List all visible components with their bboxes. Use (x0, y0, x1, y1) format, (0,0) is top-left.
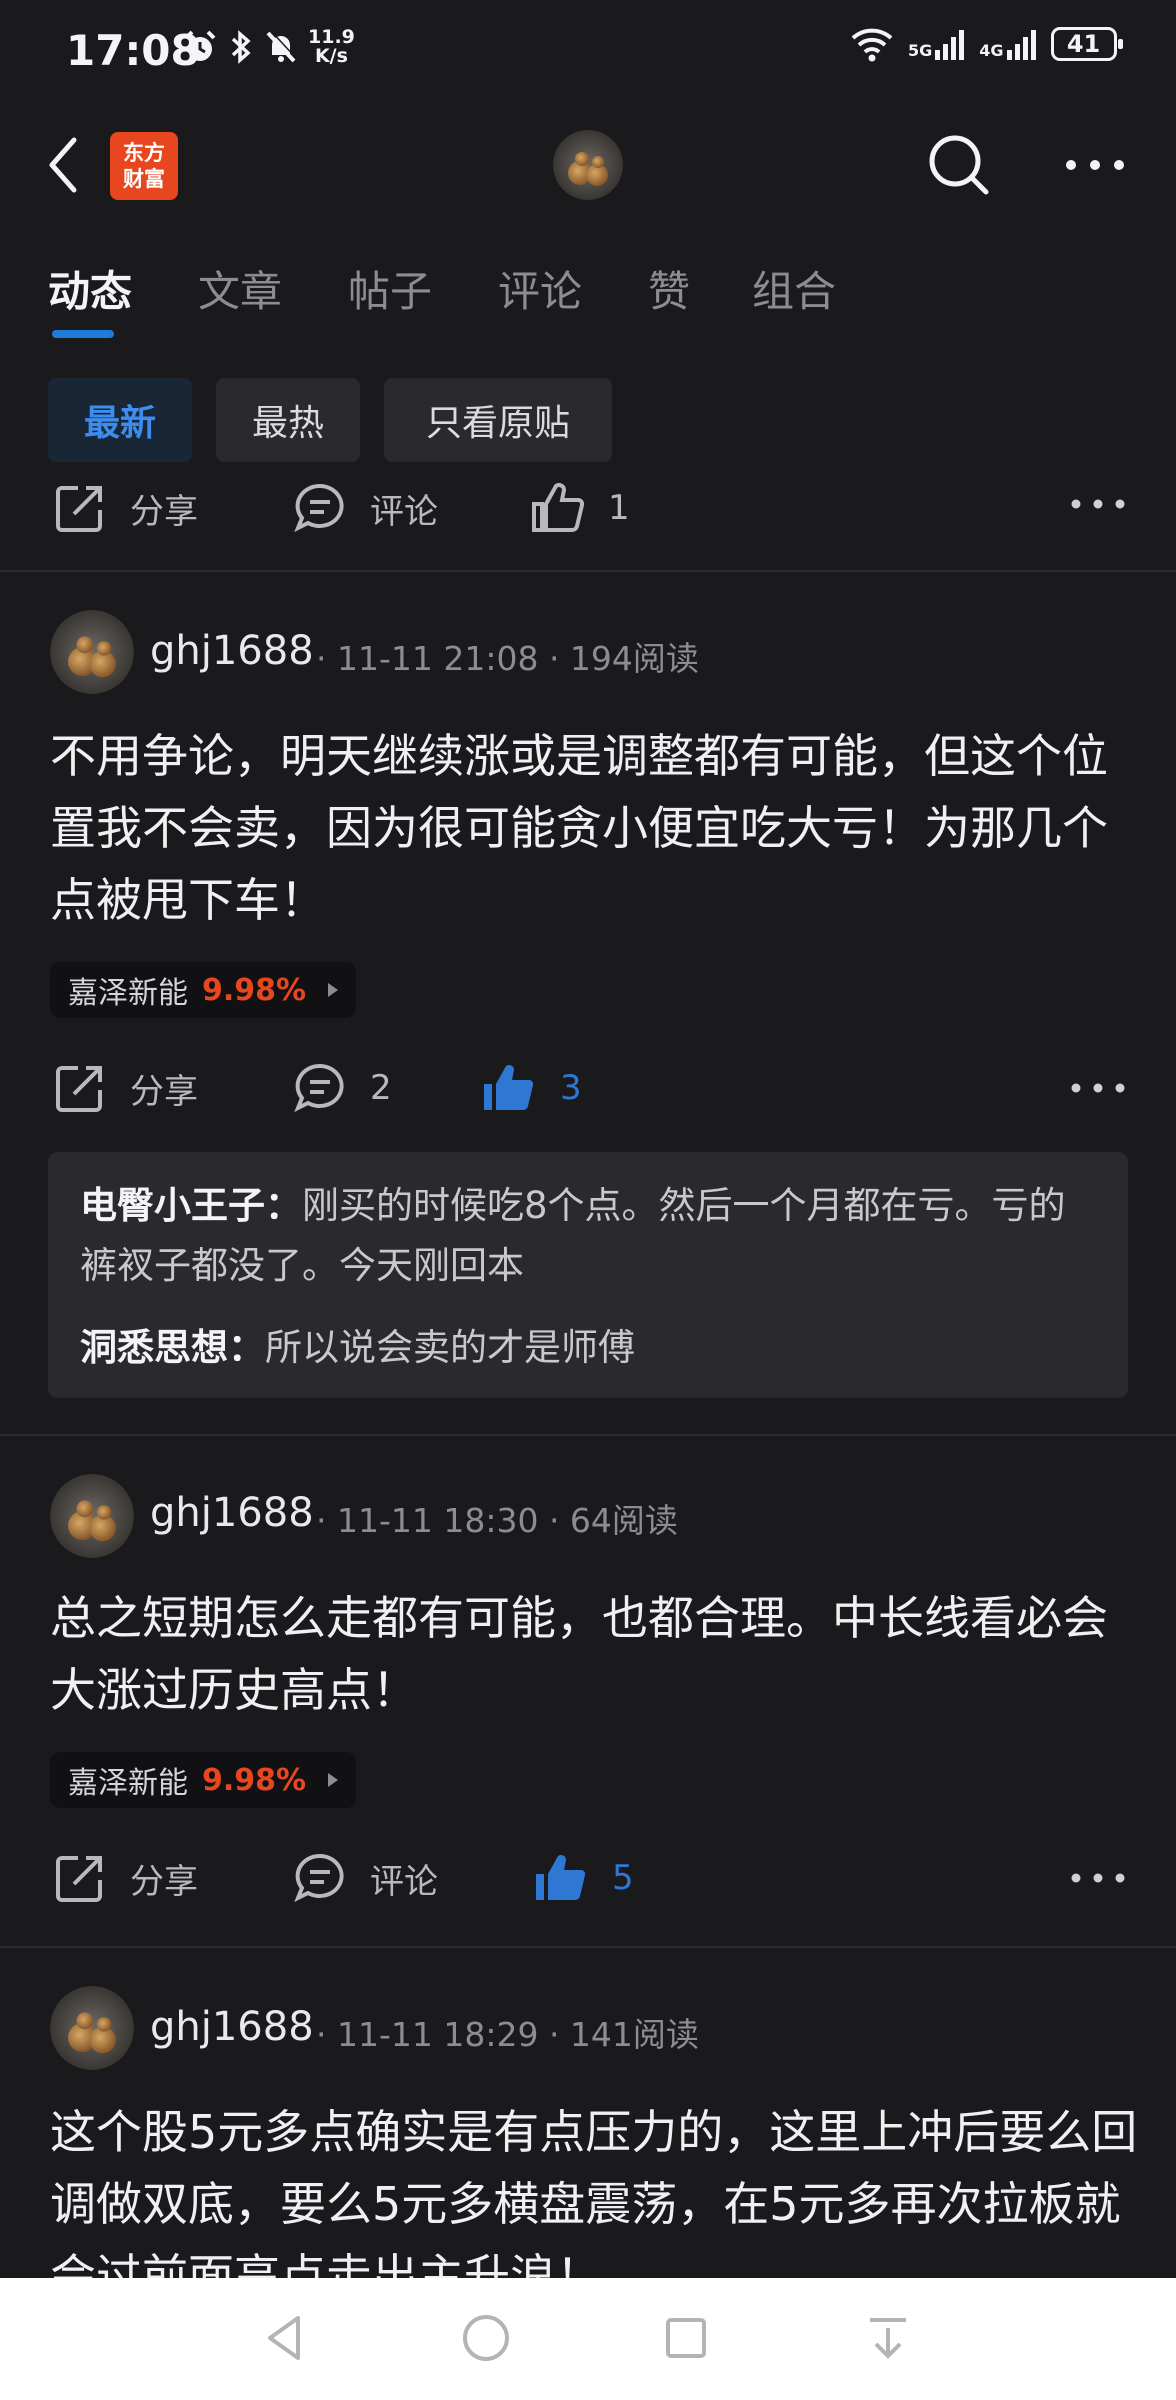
status-bar: 17:08 11.9 K/s 5G 4G 41 (0, 0, 1176, 100)
reply-preview-box[interactable]: 电臀小王子：刚买的时候吃8个点。然后一个月都在亏。亏的裤衩子都没了。今天刚回本 … (48, 1152, 1128, 1398)
filter-hottest[interactable]: 最热 (216, 378, 360, 462)
post-more-icon[interactable] (1068, 494, 1128, 514)
share-icon (56, 1066, 102, 1112)
post-meta: · 11-11 21:08 · 194阅读 (316, 639, 699, 678)
post-text[interactable]: 总之短期怎么走都有可能，也都合理。中长线看必会大涨过历史高点！ (50, 1582, 1140, 1726)
filter-latest[interactable]: 最新 (48, 378, 192, 462)
comment-button[interactable]: 评论 (292, 1850, 438, 1906)
battery-icon: 41 (1050, 27, 1123, 61)
share-button[interactable]: 分享 (52, 480, 198, 536)
divider (0, 1946, 1176, 1948)
nav-back-button[interactable] (246, 2298, 326, 2378)
comment-icon (294, 1853, 344, 1903)
gourd-avatar-icon (553, 130, 623, 200)
thumbs-up-filled-icon (484, 1065, 534, 1111)
app-logo[interactable]: 东方 财富 (110, 132, 178, 200)
search-button[interactable] (924, 130, 994, 200)
reply-item: 电臀小王子：刚买的时候吃8个点。然后一个月都在亏。亏的裤衩子都没了。今天刚回本 (80, 1176, 1096, 1296)
post-more-icon[interactable] (1068, 1078, 1128, 1098)
post-author[interactable]: ghj1688 (150, 1490, 314, 1536)
post-meta: · 11-11 18:30 · 64阅读 (316, 1501, 678, 1540)
divider (0, 1434, 1176, 1436)
wifi-icon (851, 28, 893, 62)
status-right-icons: 5G 4G 41 (850, 26, 1123, 62)
like-button[interactable]: 1 (530, 480, 630, 536)
post-text[interactable]: 这个股5元多点确实是有点压力的，这里上冲后要么回调做双底，要么5元多横盘震荡，在… (50, 2096, 1140, 2278)
back-button[interactable] (40, 130, 90, 200)
tab-zuhe[interactable]: 组合 (752, 258, 836, 319)
bluetooth-icon (231, 30, 251, 64)
mute-icon (266, 30, 298, 63)
post-avatar[interactable] (50, 1986, 134, 2070)
play-triangle-icon (328, 1773, 339, 1787)
tab-dongtai[interactable]: 动态 (48, 258, 132, 319)
comment-button[interactable]: 评论 (292, 480, 438, 536)
profile-tabs: 动态 文章 帖子 评论 赞 组合 (0, 258, 1176, 338)
like-button[interactable]: 5 (534, 1850, 634, 1906)
status-time: 17:08 (66, 26, 200, 75)
post-text[interactable]: 不用争论，明天继续涨或是调整都有可能，但这个位置我不会卖，因为很可能贪小便宜吃大… (50, 720, 1140, 936)
post-avatar[interactable] (50, 1474, 134, 1558)
chevron-left-icon (49, 137, 77, 193)
search-icon (929, 135, 989, 195)
thumbs-up-icon (532, 483, 585, 532)
thumbs-up-filled-icon (536, 1855, 586, 1901)
share-button[interactable]: 分享 (52, 1060, 198, 1116)
play-triangle-icon (328, 983, 339, 997)
status-left-icons: 11.9 K/s (182, 28, 355, 66)
post-avatar[interactable] (50, 610, 134, 694)
gourd-avatar-icon (50, 1986, 134, 2070)
stock-tag[interactable]: 嘉泽新能 9.98% (50, 962, 357, 1018)
like-button[interactable]: 3 (482, 1060, 582, 1116)
signal-4g-icon: 4G (979, 28, 1036, 60)
user-avatar[interactable] (553, 130, 623, 200)
nav-home-button[interactable] (446, 2298, 526, 2378)
alarm-icon (184, 30, 216, 61)
reply-text: 所以说会卖的才是师傅 (265, 1326, 635, 1369)
post-author[interactable]: ghj1688 (150, 2004, 314, 2050)
net-speed: 11.9 K/s (308, 26, 355, 67)
filter-original-only[interactable]: 只看原贴 (384, 378, 612, 462)
triangle-back-icon (268, 2316, 300, 2360)
reply-user[interactable]: 洞悉思想： (80, 1326, 265, 1369)
circle-home-icon (463, 2315, 509, 2361)
nav-recents-button[interactable] (646, 2298, 726, 2378)
tab-pinglun[interactable]: 评论 (498, 258, 582, 319)
stock-tag[interactable]: 嘉泽新能 9.98% (50, 1752, 357, 1808)
post-author[interactable]: ghj1688 (150, 628, 314, 674)
share-icon (56, 1856, 102, 1902)
comment-icon (294, 1063, 344, 1113)
gourd-avatar-icon (50, 610, 134, 694)
post-meta: · 11-11 18:29 · 141阅读 (316, 2015, 699, 2054)
comment-icon (294, 483, 344, 533)
system-nav-bar (0, 2278, 1176, 2400)
more-options-button[interactable] (1060, 140, 1130, 190)
comment-button[interactable]: 2 (292, 1060, 392, 1116)
reply-user[interactable]: 电臀小王子： (80, 1184, 302, 1227)
signal-5g-icon: 5G (908, 28, 965, 60)
post-more-icon[interactable] (1068, 1868, 1128, 1888)
tab-tiezi[interactable]: 帖子 (348, 258, 432, 319)
share-button[interactable]: 分享 (52, 1850, 198, 1906)
divider (0, 570, 1176, 572)
tab-wenzhang[interactable]: 文章 (198, 258, 282, 319)
tab-zan[interactable]: 赞 (648, 258, 690, 319)
gourd-avatar-icon (50, 1474, 134, 1558)
share-icon (56, 486, 102, 532)
square-recents-icon (666, 2318, 706, 2358)
reply-item: 洞悉思想：所以说会卖的才是师傅 (80, 1318, 1096, 1378)
pull-down-icon (870, 2318, 906, 2359)
nav-notification-button[interactable] (848, 2298, 928, 2378)
tab-active-indicator (52, 330, 114, 338)
more-dots-icon (1066, 160, 1124, 170)
